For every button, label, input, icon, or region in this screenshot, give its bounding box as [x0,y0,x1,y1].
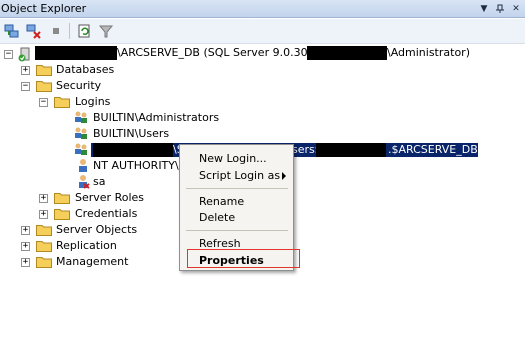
tree-item-management[interactable]: Management [56,255,128,269]
submenu-arrow-icon [282,172,286,180]
menu-item-delete[interactable]: Delete [180,209,293,226]
collapse-toggle[interactable]: − [4,50,13,59]
redacted-server-name [35,46,117,60]
tree-item-credentials[interactable]: Credentials [75,207,137,221]
panel-controls: ▼ ✕ [477,2,523,15]
menu-separator [186,188,288,189]
panel-title: Object Explorer [1,2,87,15]
refresh-icon[interactable] [74,22,93,41]
collapse-toggle[interactable]: − [21,82,30,91]
menu-separator [186,230,288,231]
server-node-label[interactable]: \ARCSERVE_DB (SQL Server 9.0.3042 - [117,46,329,60]
login-builtin-administrators[interactable]: BUILTIN\Administrators [93,111,219,125]
login-builtin-users[interactable]: BUILTIN\Users [93,127,169,141]
panel-titlebar: Object Explorer ▼ ✕ [0,0,525,18]
expand-toggle[interactable]: + [21,242,30,251]
redacted-login-domain [93,143,173,157]
tree-item-server-roles[interactable]: Server Roles [75,191,144,205]
properties-highlight-box [187,249,300,268]
user-disabled-icon [75,173,91,192]
expand-toggle[interactable]: + [21,258,30,267]
server-icon[interactable] [17,46,33,65]
disconnect-icon[interactable] [24,22,43,41]
toolbar [0,19,525,44]
expand-toggle[interactable]: + [39,194,48,203]
filter-icon[interactable] [96,22,115,41]
tree-item-replication[interactable]: Replication [56,239,117,253]
folder-icon [36,65,52,76]
tree-item-databases[interactable]: Databases [56,63,114,77]
folder-icon [36,81,52,92]
menu-item-script-login-as[interactable]: Script Login as [180,167,293,184]
close-icon[interactable]: ✕ [509,2,523,15]
menu-label-script-login-as: Script Login as [199,169,281,182]
menu-label-delete: Delete [199,211,236,224]
toolbar-separator [69,23,70,39]
selected-login-suffix: .$ARCSERVE_DB [388,143,478,157]
folder-icon [54,97,70,108]
stop-icon[interactable] [46,22,65,41]
context-menu: New Login... Script Login as Rename Dele… [179,144,300,271]
redacted-user-name [307,46,387,60]
folder-icon [54,209,70,220]
login-sa[interactable]: sa [93,175,105,189]
tree-item-server-objects[interactable]: Server Objects [56,223,137,237]
tree-item-logins[interactable]: Logins [75,95,110,109]
folder-icon [36,225,52,236]
pin-icon[interactable] [493,2,507,15]
menu-label-new-login: New Login... [199,152,267,165]
connect-icon[interactable] [2,22,21,41]
menu-label-rename: Rename [199,195,245,208]
folder-icon [36,257,52,268]
login-nt-authority[interactable]: NT AUTHORITY\S [93,159,186,173]
server-node-admin[interactable]: \Administrator) [387,46,470,60]
expand-toggle[interactable]: + [21,66,30,75]
expand-toggle[interactable]: + [21,226,30,235]
tree-item-security[interactable]: Security [56,79,101,93]
collapse-toggle[interactable]: − [39,98,48,107]
folder-icon [36,241,52,252]
redacted-login-machine [316,143,386,157]
menu-item-rename[interactable]: Rename [180,193,293,210]
folder-icon [54,193,70,204]
expand-toggle[interactable]: + [39,210,48,219]
dropdown-icon[interactable]: ▼ [477,2,491,15]
menu-item-new-login[interactable]: New Login... [180,150,293,167]
